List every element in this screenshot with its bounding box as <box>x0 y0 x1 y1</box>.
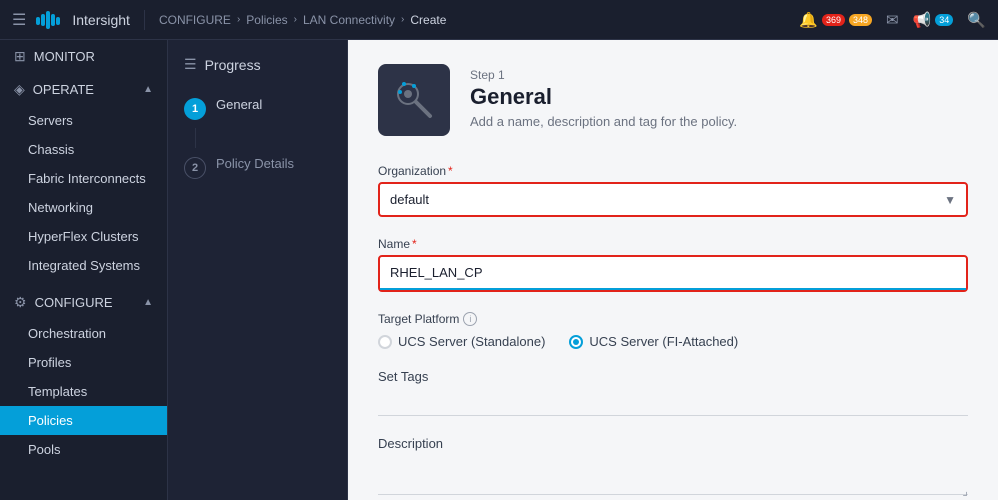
sidebar-configure-label: CONFIGURE <box>35 295 113 310</box>
operate-collapse-icon: ▲ <box>143 84 153 95</box>
topbar-icons: 🔔 369 348 ✉ 📢 34 🔍 <box>799 11 986 29</box>
search-icon[interactable]: 🔍 <box>967 11 986 29</box>
monitor-icon: ⊞ <box>14 48 26 65</box>
sidebar-monitor-label: MONITOR <box>34 49 95 64</box>
radio-fi-attached-label: UCS Server (FI-Attached) <box>589 334 738 349</box>
logo-group: Intersight <box>36 11 130 29</box>
content-area: ☰ Progress 1 General 2 Policy Details <box>168 40 998 500</box>
form-header: Step 1 General Add a name, description a… <box>378 64 968 136</box>
bell-icon[interactable]: 🔔 <box>799 11 818 29</box>
step-2-circle: 2 <box>184 157 206 179</box>
messages-group[interactable]: ✉ <box>886 11 899 29</box>
org-dropdown-icon: ▼ <box>944 193 966 207</box>
sidebar-operate-items: Servers Chassis Fabric Interconnects Net… <box>0 106 167 280</box>
app-name: Intersight <box>72 12 130 28</box>
breadcrumb-create: Create <box>410 13 446 27</box>
breadcrumb-sep-1: › <box>237 14 240 25</box>
form-icon <box>378 64 450 136</box>
radio-fi-attached-dot <box>573 339 579 345</box>
step-1-label: General <box>216 97 262 112</box>
sidebar-item-hyperflex[interactable]: HyperFlex Clusters <box>0 222 167 251</box>
sidebar-item-servers[interactable]: Servers <box>0 106 167 135</box>
form-panel: Step 1 General Add a name, description a… <box>348 40 998 500</box>
gear-wrench-icon <box>390 76 438 124</box>
description-label: Description <box>378 436 968 451</box>
sidebar-item-policies[interactable]: Policies <box>0 406 167 435</box>
tags-box[interactable] <box>378 388 968 416</box>
progress-lines-icon: ☰ <box>184 56 197 73</box>
radio-standalone[interactable]: UCS Server (Standalone) <box>378 334 545 349</box>
breadcrumb-sep-2: › <box>294 14 297 25</box>
step-1-circle: 1 <box>184 98 206 120</box>
warning-badge: 348 <box>849 14 872 26</box>
sidebar-item-profiles[interactable]: Profiles <box>0 348 167 377</box>
sidebar-item-templates[interactable]: Templates <box>0 377 167 406</box>
description-box: ⌟ <= 1024 <box>378 455 968 498</box>
description-field: Description ⌟ <= 1024 <box>378 436 968 498</box>
target-platform-label: Target Platform i <box>378 312 968 326</box>
description-textarea[interactable] <box>378 455 968 495</box>
progress-step-2[interactable]: 2 Policy Details <box>168 148 347 187</box>
sidebar-item-chassis[interactable]: Chassis <box>0 135 167 164</box>
topbar-divider <box>144 10 145 30</box>
sidebar-configure-items: Orchestration Profiles Templates Policie… <box>0 319 167 464</box>
name-field: Name* <box>378 237 968 292</box>
radio-standalone-label: UCS Server (Standalone) <box>398 334 545 349</box>
announcement-group[interactable]: 📢 34 <box>913 11 954 29</box>
radio-fi-attached[interactable]: UCS Server (FI-Attached) <box>569 334 738 349</box>
sidebar-operate-header[interactable]: ◈ OPERATE ▲ <box>0 73 167 106</box>
name-input[interactable] <box>380 257 966 290</box>
progress-panel: ☰ Progress 1 General 2 Policy Details <box>168 40 348 500</box>
name-input-box <box>378 255 968 292</box>
sidebar-operate-label: OPERATE <box>33 82 94 97</box>
menu-icon[interactable]: ☰ <box>12 10 26 30</box>
progress-step-1[interactable]: 1 General <box>168 89 347 128</box>
radio-standalone-circle <box>378 335 392 349</box>
topbar: ☰ Intersight CONFIGURE › Policies › LAN … <box>0 0 998 40</box>
step-2-label: Policy Details <box>216 156 294 171</box>
progress-header: ☰ Progress <box>168 56 347 89</box>
resize-handle-icon: ⌟ <box>962 484 968 498</box>
name-label: Name* <box>378 237 968 251</box>
organization-label: Organization* <box>378 164 968 178</box>
target-platform-field: Target Platform i UCS Server (Standalone… <box>378 312 968 349</box>
sidebar: ⊞ MONITOR ◈ OPERATE ▲ Servers Chassis Fa… <box>0 40 168 500</box>
form-title: General <box>470 84 737 110</box>
organization-select-box: default ▼ <box>378 182 968 217</box>
sidebar-item-integrated-systems[interactable]: Integrated Systems <box>0 251 167 280</box>
breadcrumb: CONFIGURE › Policies › LAN Connectivity … <box>159 13 789 27</box>
announce-icon[interactable]: 📢 <box>913 11 932 29</box>
breadcrumb-policies[interactable]: Policies <box>246 13 287 27</box>
sidebar-configure-header[interactable]: ⚙ CONFIGURE ▲ <box>0 286 167 319</box>
configure-icon: ⚙ <box>14 294 27 311</box>
sidebar-item-networking[interactable]: Networking <box>0 193 167 222</box>
error-badge: 369 <box>822 14 845 26</box>
breadcrumb-sep-3: › <box>401 14 404 25</box>
notification-group[interactable]: 🔔 369 348 <box>799 11 872 29</box>
step-number: Step 1 <box>470 68 737 82</box>
radio-fi-attached-circle <box>569 335 583 349</box>
form-title-group: Step 1 General Add a name, description a… <box>470 64 737 129</box>
breadcrumb-lan[interactable]: LAN Connectivity <box>303 13 395 27</box>
organization-field: Organization* default ▼ <box>378 164 968 217</box>
configure-collapse-icon: ▲ <box>143 297 153 308</box>
progress-title: Progress <box>205 57 261 73</box>
sidebar-item-pools[interactable]: Pools <box>0 435 167 464</box>
announce-badge: 34 <box>935 14 953 26</box>
sidebar-item-orchestration[interactable]: Orchestration <box>0 319 167 348</box>
sidebar-monitor[interactable]: ⊞ MONITOR <box>0 40 167 73</box>
breadcrumb-configure[interactable]: CONFIGURE <box>159 13 231 27</box>
set-tags-field: Set Tags <box>378 369 968 416</box>
operate-icon: ◈ <box>14 81 25 98</box>
target-platform-info-icon[interactable]: i <box>463 312 477 326</box>
form-description: Add a name, description and tag for the … <box>470 114 737 129</box>
message-icon[interactable]: ✉ <box>886 11 899 29</box>
cisco-logo-icon <box>36 11 66 29</box>
step-connector <box>195 128 196 148</box>
target-platform-radio-group: UCS Server (Standalone) UCS Server (FI-A… <box>378 334 968 349</box>
sidebar-item-fabric-interconnects[interactable]: Fabric Interconnects <box>0 164 167 193</box>
organization-select[interactable]: default <box>380 184 944 215</box>
set-tags-label: Set Tags <box>378 369 968 384</box>
main-layout: ⊞ MONITOR ◈ OPERATE ▲ Servers Chassis Fa… <box>0 40 998 500</box>
